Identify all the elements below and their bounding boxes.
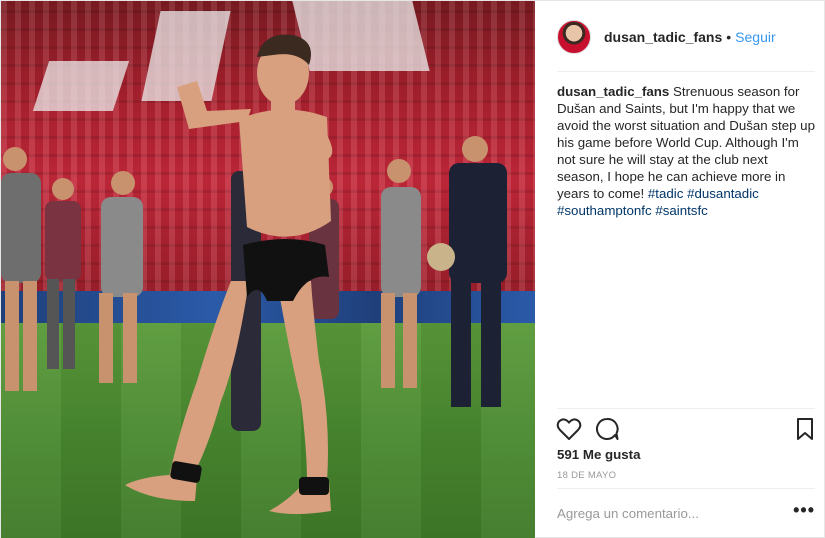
avatar[interactable] [557,20,591,54]
likes-count[interactable]: 591 Me gusta [557,447,641,462]
actions-divider [557,408,815,409]
hashtag-link[interactable]: #southamptonfc [557,203,652,218]
post-date: 18 DE MAYO [557,470,617,481]
players-illustration [1,34,507,514]
more-options-button[interactable]: ••• [793,501,815,521]
comment-row: ••• [557,489,815,537]
post-header: dusan_tadic_fans • Seguir [557,17,813,57]
hashtag-link[interactable]: #dusantadic [687,186,759,201]
post-caption: dusan_tadic_fans Strenuous season for Du… [557,83,817,219]
action-bar [555,415,817,443]
hashtag-link[interactable]: #tadic [648,186,683,201]
post-sidebar: dusan_tadic_fans • Seguir dusan_tadic_fa… [535,1,825,538]
header-divider [557,71,815,72]
instagram-post: dusan_tadic_fans • Seguir dusan_tadic_fa… [0,0,825,538]
comment-input[interactable] [557,505,757,521]
bookmark-icon[interactable] [791,415,819,443]
header-username[interactable]: dusan_tadic_fans [604,29,722,45]
hashtag-link[interactable]: #saintsfc [655,203,707,218]
caption-text: Strenuous season for Dušan and Saints, b… [557,84,815,201]
heart-icon[interactable] [555,415,583,443]
speech-bubble-icon[interactable] [593,415,621,443]
post-photo[interactable] [1,1,535,538]
caption-username[interactable]: dusan_tadic_fans [557,84,669,99]
follow-button[interactable]: Seguir [735,29,775,45]
separator-dot: • [726,29,732,45]
